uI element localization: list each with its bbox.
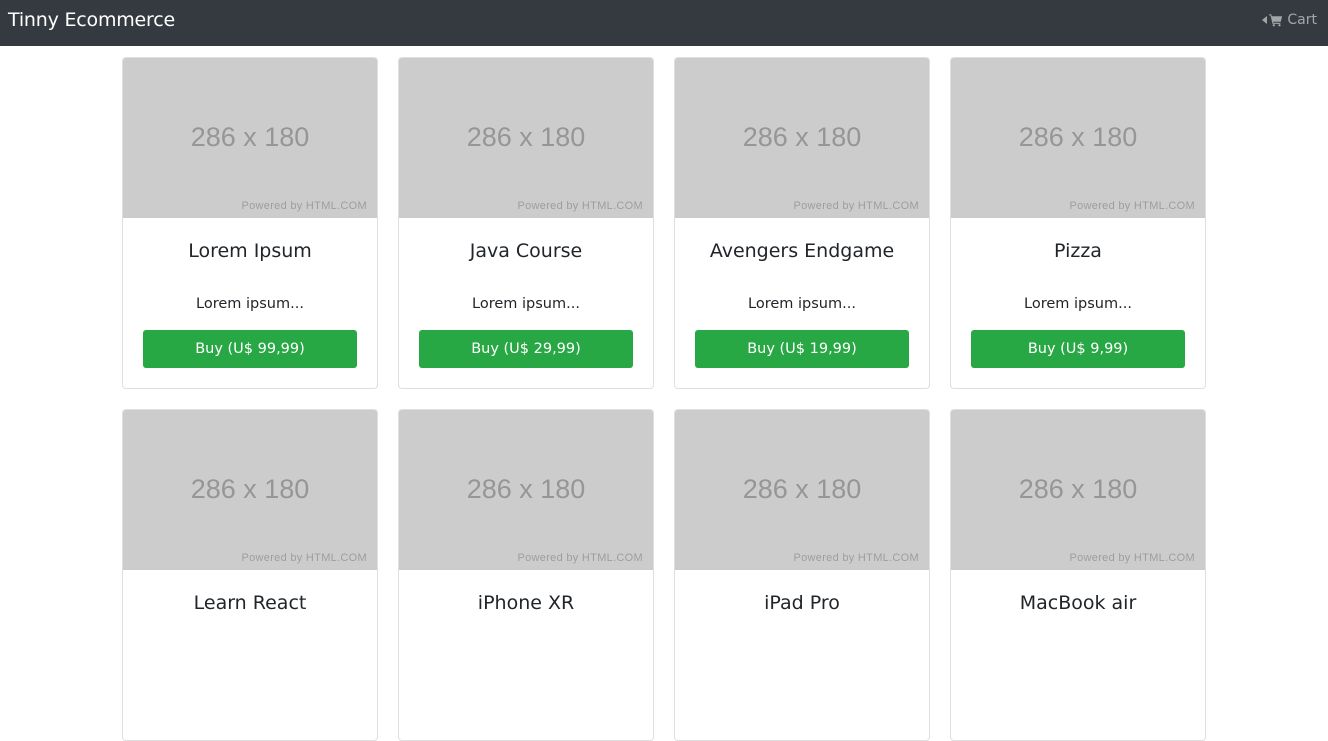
caret-left-icon xyxy=(1262,16,1268,24)
image-placeholder-credit: Powered by HTML.COM xyxy=(1069,552,1195,564)
product-title: Pizza xyxy=(1054,240,1102,262)
product-image: 286 x 180 Powered by HTML.COM xyxy=(675,58,929,218)
product-image: 286 x 180 Powered by HTML.COM xyxy=(123,410,377,570)
product-title: Java Course xyxy=(469,240,583,262)
product-card: 286 x 180 Powered by HTML.COM Pizza Lore… xyxy=(950,57,1206,389)
product-card: 286 x 180 Powered by HTML.COM iPhone XR xyxy=(398,409,654,741)
image-placeholder-dimensions: 286 x 180 xyxy=(466,122,586,152)
product-card: 286 x 180 Powered by HTML.COM iPad Pro xyxy=(674,409,930,741)
product-title: Lorem Ipsum xyxy=(188,240,312,262)
image-placeholder-dimensions: 286 x 180 xyxy=(1018,122,1138,152)
product-card: 286 x 180 Powered by HTML.COM Learn Reac… xyxy=(122,409,378,741)
product-title: Avengers Endgame xyxy=(709,240,895,262)
product-image: 286 x 180 Powered by HTML.COM xyxy=(399,58,653,218)
product-title: Learn React xyxy=(193,592,307,614)
image-placeholder-credit: Powered by HTML.COM xyxy=(1069,200,1195,212)
image-placeholder-credit: Powered by HTML.COM xyxy=(241,200,367,212)
product-title: iPad Pro xyxy=(764,592,840,614)
product-title: MacBook air xyxy=(1019,592,1137,614)
cart-link[interactable]: Cart xyxy=(1262,10,1317,30)
product-description: Lorem ipsum... xyxy=(748,296,856,312)
product-title: iPhone XR xyxy=(477,592,575,614)
product-card: 286 x 180 Powered by HTML.COM MacBook ai… xyxy=(950,409,1206,741)
product-image: 286 x 180 Powered by HTML.COM xyxy=(123,58,377,218)
buy-button[interactable]: Buy (U$ 99,99) xyxy=(143,330,357,368)
product-image: 286 x 180 Powered by HTML.COM xyxy=(951,410,1205,570)
image-placeholder-dimensions: 286 x 180 xyxy=(466,474,586,504)
image-placeholder-credit: Powered by HTML.COM xyxy=(241,552,367,564)
product-image: 286 x 180 Powered by HTML.COM xyxy=(675,410,929,570)
image-placeholder-dimensions: 286 x 180 xyxy=(190,474,310,504)
product-description: Lorem ipsum... xyxy=(1024,296,1132,312)
product-card: 286 x 180 Powered by HTML.COM Lorem Ipsu… xyxy=(122,57,378,389)
navbar: Tinny Ecommerce Cart xyxy=(0,0,1328,46)
product-image: 286 x 180 Powered by HTML.COM xyxy=(399,410,653,570)
buy-button[interactable]: Buy (U$ 29,99) xyxy=(419,330,633,368)
product-image: 286 x 180 Powered by HTML.COM xyxy=(951,58,1205,218)
image-placeholder-credit: Powered by HTML.COM xyxy=(793,200,919,212)
buy-button[interactable]: Buy (U$ 9,99) xyxy=(971,330,1185,368)
product-card: 286 x 180 Powered by HTML.COM Avengers E… xyxy=(674,57,930,389)
buy-button[interactable]: Buy (U$ 19,99) xyxy=(695,330,909,368)
image-placeholder-dimensions: 286 x 180 xyxy=(190,122,310,152)
cart-label: Cart xyxy=(1287,12,1317,28)
cart-icon xyxy=(1269,14,1283,27)
product-description: Lorem ipsum... xyxy=(472,296,580,312)
image-placeholder-dimensions: 286 x 180 xyxy=(1018,474,1138,504)
product-description: Lorem ipsum... xyxy=(196,296,304,312)
brand-link[interactable]: Tinny Ecommerce xyxy=(8,8,175,32)
image-placeholder-dimensions: 286 x 180 xyxy=(742,122,862,152)
product-card: 286 x 180 Powered by HTML.COM Java Cours… xyxy=(398,57,654,389)
image-placeholder-credit: Powered by HTML.COM xyxy=(517,552,643,564)
image-placeholder-credit: Powered by HTML.COM xyxy=(517,200,643,212)
image-placeholder-credit: Powered by HTML.COM xyxy=(793,552,919,564)
image-placeholder-dimensions: 286 x 180 xyxy=(742,474,862,504)
